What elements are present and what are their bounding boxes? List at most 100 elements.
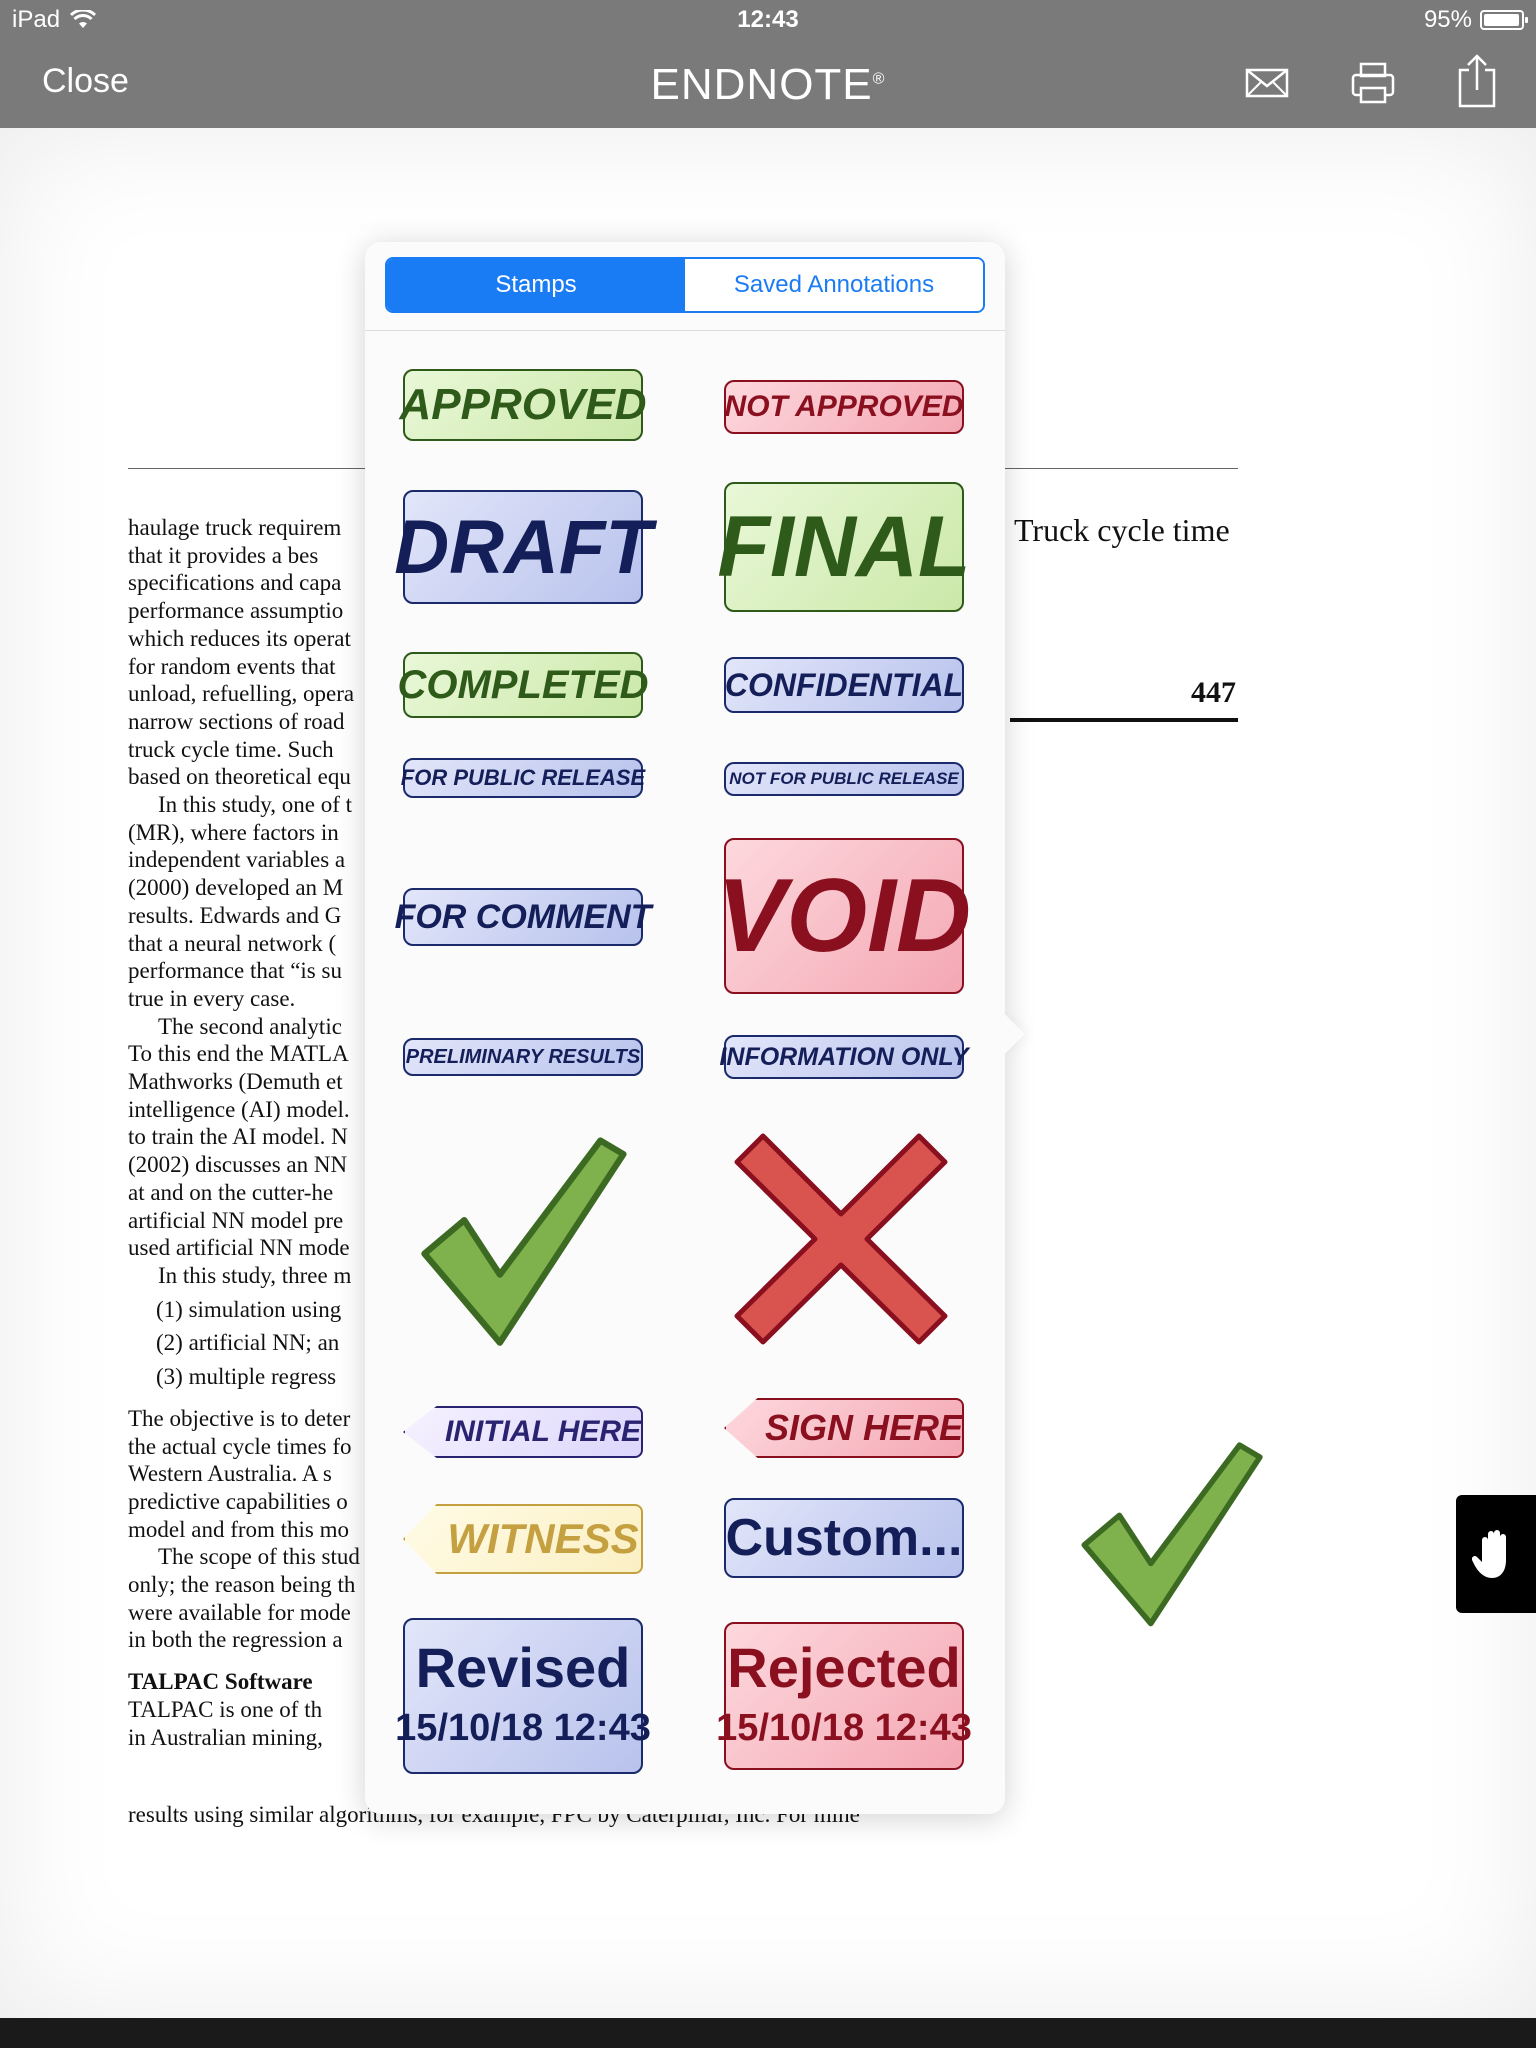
document-line: The objective is to deter: [128, 1405, 351, 1431]
document-line: (2000) developed an M: [128, 875, 344, 901]
stamp-approved-label: APPROVED: [399, 380, 647, 429]
stamps-popover: Stamps Saved Annotations APPROVED NOT AP…: [365, 242, 1025, 1814]
tab-saved-annotations[interactable]: Saved Annotations: [685, 259, 983, 311]
tab-stamps[interactable]: Stamps: [387, 259, 685, 311]
stamp-information-only[interactable]: INFORMATION ONLY: [719, 1035, 969, 1079]
stamp-revised[interactable]: Revised 15/10/18 12:43: [395, 1618, 651, 1774]
share-icon[interactable]: [1452, 52, 1502, 110]
stamp-completed-label: COMPLETED: [397, 662, 649, 707]
stamp-not-for-public-release-label: NOT FOR PUBLIC RELEASE: [729, 769, 959, 788]
status-bar: iPad 12:43 95%: [0, 0, 1536, 40]
stamp-rejected-date: 15/10/18 12:43: [716, 1706, 972, 1749]
stamp-final-label: FINAL: [717, 498, 971, 595]
stamp-preliminary-results-label: PRELIMINARY RESULTS: [405, 1045, 641, 1068]
stamp-void[interactable]: VOID: [717, 838, 971, 994]
document-line: performance that “is su: [128, 958, 342, 984]
document-line: The second analytic: [158, 1013, 342, 1039]
app-title-text: ENDNOTE: [650, 60, 873, 109]
table-rule: [1010, 718, 1238, 722]
document-line: specifications and capa: [128, 570, 342, 596]
document-line: In this study, three m: [158, 1262, 352, 1288]
document-line: The scope of this stud: [158, 1544, 360, 1570]
stamp-rejected[interactable]: Rejected 15/10/18 12:43: [716, 1622, 972, 1770]
print-icon[interactable]: [1348, 58, 1398, 108]
stamp-not-approved-label: NOT APPROVED: [724, 390, 964, 423]
battery-icon: [1480, 10, 1528, 30]
stamp-for-public-release-label: FOR PUBLIC RELEASE: [400, 765, 646, 790]
stamp-custom[interactable]: Custom...: [724, 1498, 964, 1578]
hand-icon: [1472, 1530, 1506, 1578]
table-caption: Truck cycle time: [1014, 512, 1230, 548]
document-line: narrow sections of road: [128, 708, 345, 734]
document-line: In this study, one of t: [158, 792, 352, 818]
stamp-sign-here-label: SIGN HERE: [764, 1407, 964, 1448]
document-line: in both the regression a: [128, 1627, 343, 1653]
stamp-revised-label: Revised: [415, 1635, 631, 1699]
stamp-not-approved[interactable]: NOT APPROVED: [724, 380, 964, 434]
stamp-approved[interactable]: APPROVED: [400, 369, 646, 441]
stamp-custom-label: Custom...: [725, 1509, 963, 1567]
checkmark-annotation-icon[interactable]: [1072, 1434, 1274, 1630]
stamp-for-comment-label: FOR COMMENT: [394, 897, 652, 936]
document-line: based on theoretical equ: [128, 764, 351, 790]
popover-divider: [365, 330, 1005, 331]
stamp-initial-here[interactable]: INITIAL HERE: [403, 1406, 643, 1458]
document-line: were available for mode: [128, 1599, 351, 1625]
stamps-segmented-control: Stamps Saved Annotations: [385, 257, 985, 313]
document-line: true in every case.: [128, 985, 296, 1011]
nav-bar: Close ENDNOTE®: [0, 40, 1536, 128]
document-line: To this end the MATLA: [128, 1041, 349, 1067]
document-line: that a neural network (: [128, 930, 337, 956]
document-line: independent variables a: [128, 847, 346, 873]
stamp-revised-date: 15/10/18 12:43: [395, 1706, 651, 1749]
stamp-confidential-label: CONFIDENTIAL: [724, 666, 964, 703]
stamp-confidential[interactable]: CONFIDENTIAL: [724, 657, 964, 713]
stamp-preliminary-results[interactable]: PRELIMINARY RESULTS: [403, 1038, 643, 1076]
document-line: intelligence (AI) model.: [128, 1096, 350, 1122]
document-line: (MR), where factors in: [128, 819, 339, 845]
stamp-for-comment[interactable]: FOR COMMENT: [395, 888, 651, 946]
stamp-witness-label: WITNESS: [447, 1515, 639, 1562]
document-line: truck cycle time. Such: [128, 736, 334, 762]
stamp-sign-here[interactable]: SIGN HERE: [724, 1398, 964, 1458]
document-line: in Australian mining,: [128, 1724, 323, 1750]
stamp-cross-icon[interactable]: [731, 1130, 951, 1348]
document-line: only; the reason being th: [128, 1572, 356, 1598]
document-line: used artificial NN mode: [128, 1235, 350, 1261]
document-line: for random events that: [128, 653, 336, 679]
hand-tool-button[interactable]: [1456, 1495, 1536, 1613]
battery-percent: 95%: [1423, 6, 1472, 33]
document-line: (2) artificial NN; an: [156, 1330, 340, 1356]
document-line: Mathworks (Demuth et: [128, 1069, 343, 1095]
document-line: at and on the cutter-he: [128, 1179, 334, 1205]
stamp-witness[interactable]: WITNESS: [403, 1504, 643, 1574]
stamp-draft-label: DRAFT: [394, 504, 652, 590]
document-line: artificial NN model pre: [128, 1207, 344, 1233]
stamp-void-label: VOID: [716, 857, 972, 974]
document-line: (3) multiple regress: [156, 1364, 337, 1390]
document-line: the actual cycle times fo: [128, 1433, 352, 1459]
bottom-strip: [0, 2018, 1536, 2048]
document-line: performance assumptio: [128, 598, 344, 624]
stamp-completed[interactable]: COMPLETED: [397, 652, 649, 718]
stamp-final[interactable]: FINAL: [717, 482, 971, 612]
stamp-information-only-label: INFORMATION ONLY: [719, 1042, 969, 1071]
registered-mark: ®: [872, 70, 886, 88]
status-time: 12:43: [737, 6, 799, 33]
app-title: ENDNOTE®: [0, 60, 1536, 110]
mail-icon[interactable]: [1242, 58, 1292, 108]
document-line: TALPAC is one of th: [128, 1696, 323, 1722]
document-line: results. Edwards and G: [128, 902, 342, 928]
document-body-left: haulage truck requirem that it provides a…: [128, 514, 366, 1751]
document-line: Western Australia. A s: [128, 1461, 332, 1487]
document-line: model and from this mo: [128, 1516, 350, 1542]
stamp-for-public-release[interactable]: FOR PUBLIC RELEASE: [400, 758, 646, 798]
document-line: haulage truck requirem: [128, 515, 342, 540]
stamp-not-for-public-release[interactable]: NOT FOR PUBLIC RELEASE: [724, 762, 964, 796]
document-line: to train the AI model. N: [128, 1124, 348, 1150]
document-line: predictive capabilities o: [128, 1488, 348, 1514]
document-line: which reduces its operat: [128, 625, 351, 651]
stamp-initial-here-label: INITIAL HERE: [444, 1415, 642, 1448]
stamp-checkmark-icon[interactable]: [411, 1128, 639, 1350]
stamp-draft[interactable]: DRAFT: [394, 490, 652, 604]
